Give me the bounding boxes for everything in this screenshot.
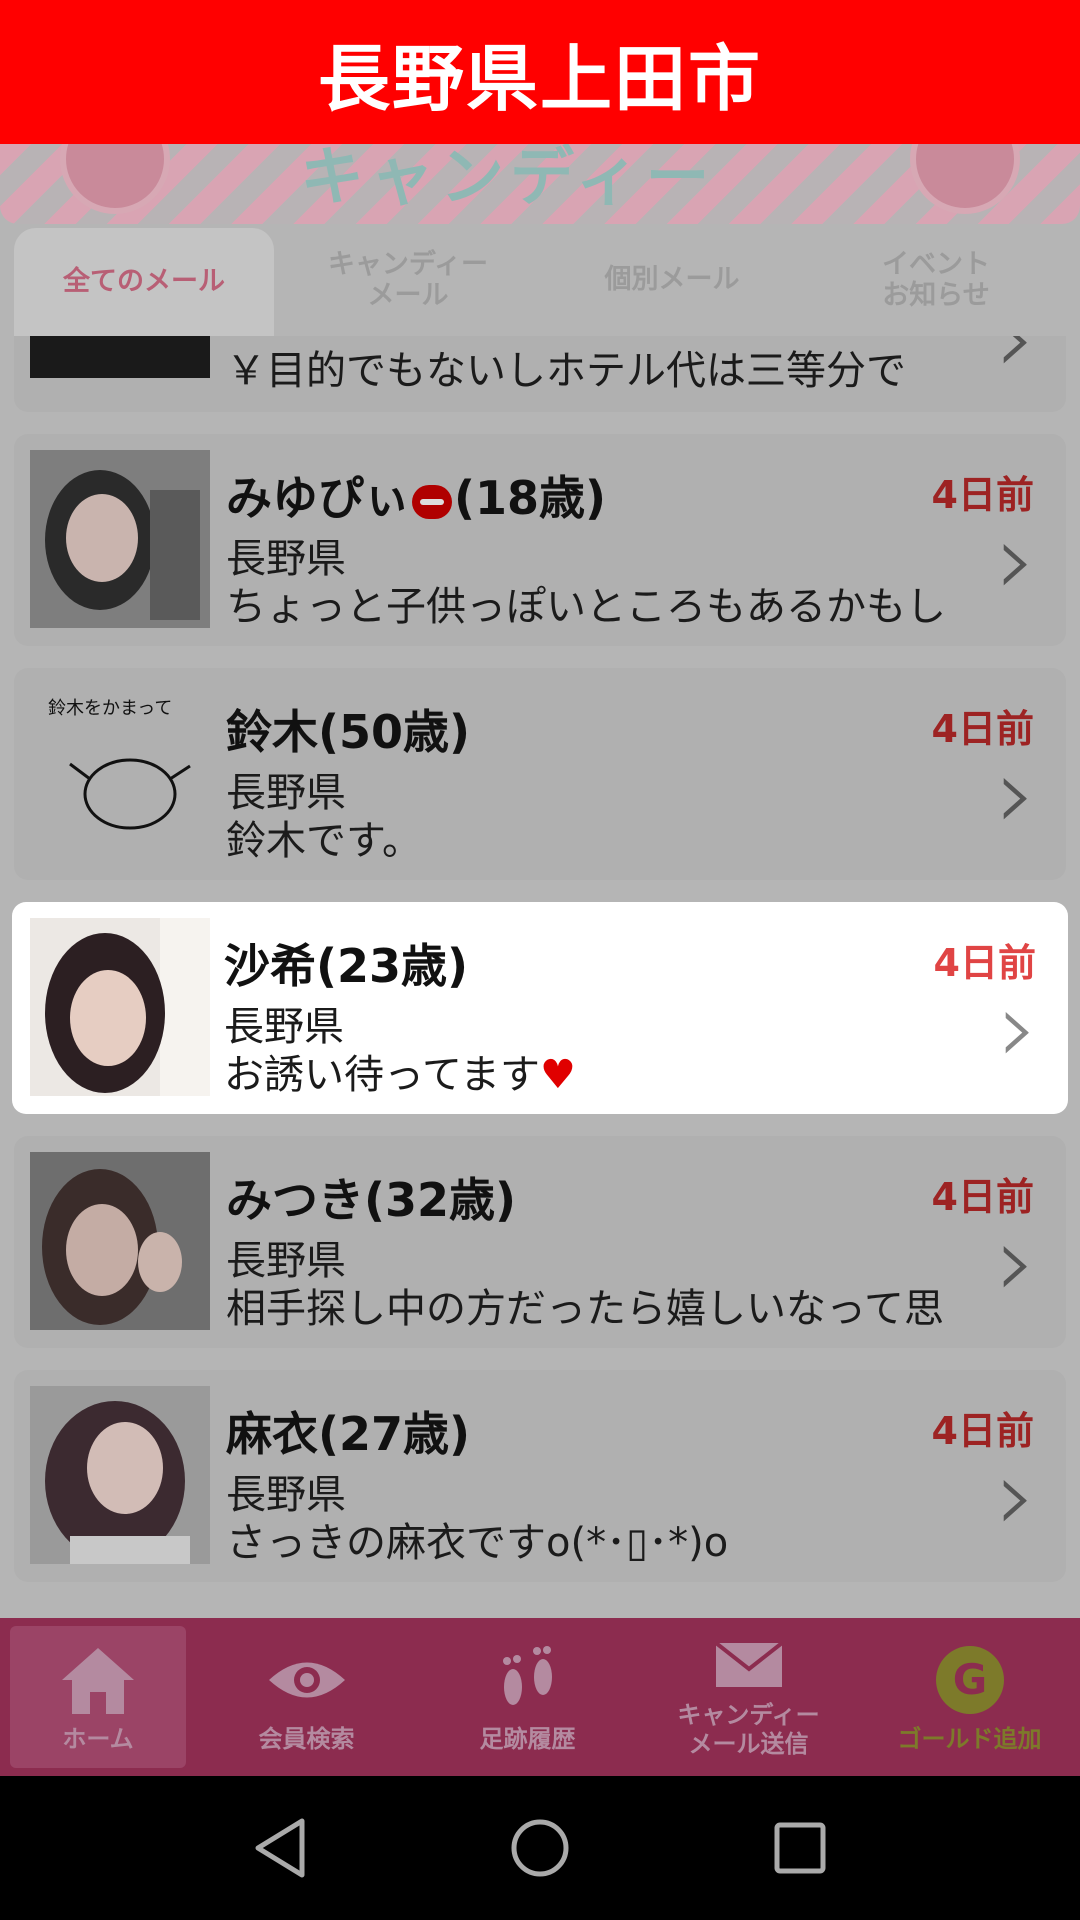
nav-label: 足跡履歴 xyxy=(479,1724,576,1753)
lips-emoji-icon xyxy=(412,484,452,519)
eye-icon xyxy=(267,1641,347,1719)
mail-icon xyxy=(714,1635,784,1695)
nav-home[interactable]: ホーム xyxy=(10,1626,186,1768)
nav-label: キャンディー メール送信 xyxy=(677,1701,820,1758)
sender-name: 沙希(23歳) xyxy=(224,939,469,993)
chevron-right-icon: › xyxy=(998,969,1038,1086)
tab-candy-mail[interactable]: キャンディー メール xyxy=(278,224,538,336)
tab-label: 全てのメール xyxy=(63,266,225,298)
gold-g-icon: G xyxy=(934,1641,1006,1719)
tab-label: 個別メール xyxy=(604,264,740,296)
refresh-icon[interactable] xyxy=(60,144,170,214)
svg-text:鈴木をかまって: 鈴木をかまって xyxy=(48,698,172,719)
avatar xyxy=(30,1152,210,1330)
list-item[interactable]: 鈴木をかまって 鈴木(50歳) 4日前 長野県 鈴木です。 › xyxy=(14,668,1066,880)
footprints-icon xyxy=(493,1641,563,1719)
sender-name: みゆぴぃ (18歳) xyxy=(226,471,607,525)
message-preview: 相手探し中の方だったら嬉しいなって思 xyxy=(226,1286,944,1332)
list-item[interactable]: みつき(32歳) 4日前 長野県 相手探し中の方だったら嬉しいなって思 › xyxy=(14,1136,1066,1348)
list-item[interactable]: みゆぴぃ (18歳) 4日前 長野県 ちょっと子供っぽいところもあるかもし › xyxy=(14,434,1066,646)
chevron-right-icon: › xyxy=(996,336,1036,396)
tab-events[interactable]: イベント お知らせ xyxy=(806,224,1066,336)
heart-icon: ♥ xyxy=(540,1052,576,1098)
message-preview: ちょっと子供っぽいところもあるかもし xyxy=(226,584,946,630)
mail-tabs: 全てのメール キャンディー メール 個別メール イベント お知らせ xyxy=(0,224,1080,336)
avatar xyxy=(30,450,210,628)
nav-member-search[interactable]: 会員検索 xyxy=(196,1618,417,1776)
settings-icon[interactable] xyxy=(910,144,1020,214)
banner-title: 長野県上田市 xyxy=(317,36,762,121)
tab-individual-mail[interactable]: 個別メール xyxy=(542,224,802,336)
nav-send-candy-mail[interactable]: キャンディー メール送信 xyxy=(638,1618,859,1776)
nav-label: ゴールド追加 xyxy=(897,1724,1042,1753)
chevron-right-icon: › xyxy=(996,1203,1036,1320)
tab-label: キャンディー メール xyxy=(327,248,489,311)
message-preview: ￥目的でもないしホテル代は三等分で xyxy=(226,348,906,394)
tab-all-mail[interactable]: 全てのメール xyxy=(14,228,274,336)
app-header: キャンディー xyxy=(0,144,1080,224)
chevron-right-icon: › xyxy=(996,735,1036,852)
list-item[interactable]: 麻衣(27歳) 4日前 長野県 さっきの麻衣ですo(*･▯･*)o › xyxy=(14,1370,1066,1582)
chevron-right-icon: › xyxy=(996,501,1036,618)
avatar xyxy=(30,336,210,378)
recents-icon[interactable] xyxy=(760,1808,840,1888)
tab-label: イベント お知らせ xyxy=(882,248,990,311)
home-circle-icon[interactable] xyxy=(500,1808,580,1888)
home-icon xyxy=(58,1641,138,1719)
back-icon[interactable] xyxy=(240,1808,320,1888)
avatar: 鈴木をかまって xyxy=(30,684,210,862)
nav-add-gold[interactable]: G ゴールド追加 xyxy=(859,1618,1080,1776)
sender-name: 麻衣(27歳) xyxy=(226,1407,471,1461)
message-list: ￥目的でもないしホテル代は三等分で › みゆぴぃ (18歳) 4日前 長野県 ちょ… xyxy=(0,336,1080,1618)
avatar xyxy=(30,918,210,1096)
sender-name: みつき(32歳) xyxy=(226,1173,517,1227)
svg-text:G: G xyxy=(952,1655,986,1704)
message-preview: お誘い待ってます♥ xyxy=(224,1052,576,1098)
chevron-right-icon: › xyxy=(996,1437,1036,1554)
bottom-navigation: ホーム 会員検索 足跡履歴 キャンディー メール送信 G ゴールド追加 xyxy=(0,1618,1080,1776)
system-navigation-bar xyxy=(0,1776,1080,1920)
nav-label: ホーム xyxy=(62,1724,134,1753)
message-preview: さっきの麻衣ですo(*･▯･*)o xyxy=(226,1520,729,1566)
list-item[interactable]: ￥目的でもないしホテル代は三等分で › xyxy=(14,336,1066,412)
sender-name: 鈴木(50歳) xyxy=(226,705,471,759)
nav-label: 会員検索 xyxy=(258,1724,355,1753)
nav-footprints[interactable]: 足跡履歴 xyxy=(417,1618,638,1776)
message-preview: 鈴木です。 xyxy=(226,818,422,864)
list-item-highlighted[interactable]: 沙希(23歳) 4日前 長野県 お誘い待ってます♥ › xyxy=(12,902,1068,1114)
app-logo: キャンディー xyxy=(300,144,716,215)
location-banner: 長野県上田市 xyxy=(0,0,1080,144)
avatar xyxy=(30,1386,210,1564)
